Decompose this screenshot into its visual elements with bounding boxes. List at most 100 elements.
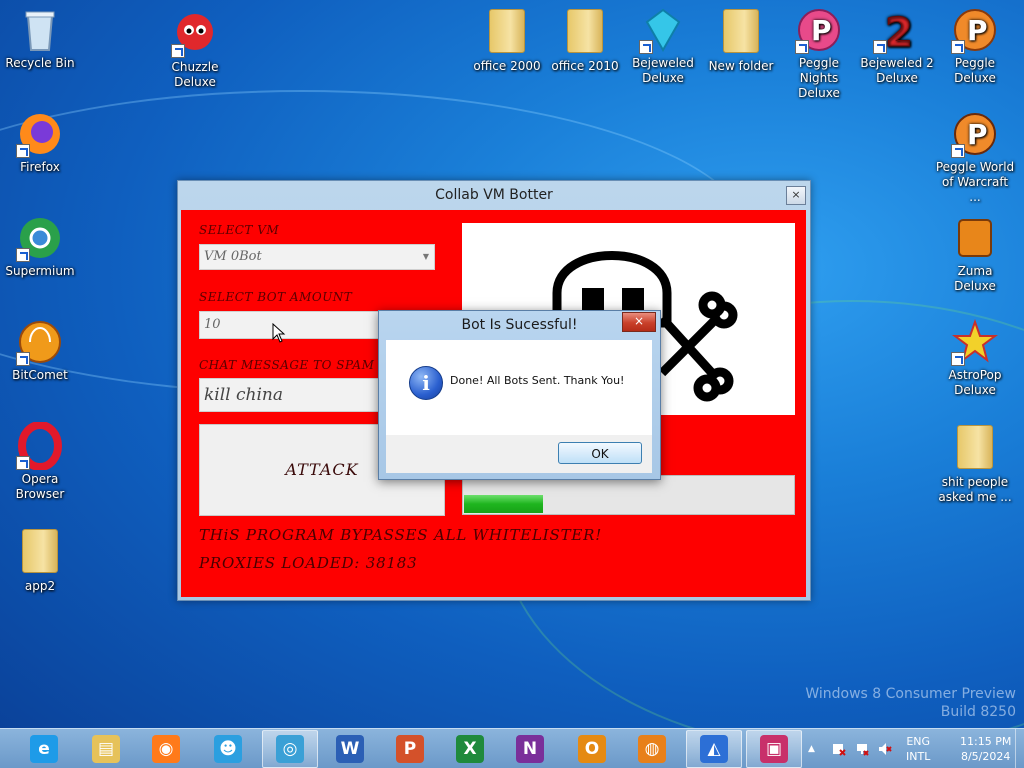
desktop-icon-new-folder[interactable]: New folder [701,6,781,74]
opera-icon [16,421,64,471]
proxies-loaded-text: PROXIES LOADED: 38183 [199,554,418,572]
svg-text:P: P [811,14,832,47]
onenote-icon: N [516,735,544,763]
bot-success-dialog: Bot Is Sucessful! × i Done! All Bots Sen… [378,310,661,480]
bitcomet-icon: ◍ [638,735,666,763]
watermark-line-1: Windows 8 Consumer Preview [805,686,1016,702]
peggle-wow-icon: P [951,110,999,158]
desktop-icon-chuzzle[interactable]: Chuzzle Deluxe [155,10,235,90]
desktop-icon-bitcomet[interactable]: BitComet [0,318,80,383]
taskbar-button-ie[interactable]: e [16,730,72,768]
select-vm-label: SELECT VM [199,223,280,237]
desktop-icon-label: Bejeweled Deluxe [632,56,694,85]
show-hidden-icons-button[interactable]: ▲ [808,729,815,768]
desktop-icon-label: Peggle World of Warcraft ... [935,160,1015,204]
zuma-icon [951,214,999,262]
firefox-icon: ◉ [152,735,180,763]
word-icon: W [336,735,364,763]
svg-text:P: P [967,118,988,151]
chuzzle-icon [171,10,219,58]
window-title: Collab VM Botter [435,187,553,203]
desktop-icon-shit-people-folder[interactable]: shit people asked me ... [935,422,1015,505]
desktop-icon-label: Zuma Deluxe [954,264,996,293]
desktop-icon-label: Firefox [20,160,60,174]
taskbar-button-powerpoint[interactable]: P [382,730,438,768]
desktop-icon-app2[interactable]: app2 [0,526,80,594]
taskbar-button-bot-app[interactable]: ◭ [686,730,742,768]
svg-text:2: 2 [885,10,913,54]
show-desktop-button[interactable] [1015,729,1024,768]
desktop-icon-label: shit people asked me ... [938,475,1012,504]
folder-icon [951,425,999,473]
desktop-icon-bejeweled-2[interactable]: 2 Bejeweled 2 Deluxe [857,6,937,86]
select-vm-dropdown[interactable]: VM 0Bot ▼ [199,244,435,270]
excel-icon: X [456,735,484,763]
desktop-icon-label: Recycle Bin [5,56,75,70]
folder-icon [561,9,609,57]
folder-icon [483,9,531,57]
svg-text:P: P [967,14,988,47]
desktop-icon-astropop[interactable]: AstroPop Deluxe [935,318,1015,398]
astropop-icon [951,318,999,366]
mouse-cursor-icon [272,323,286,343]
desktop-icon-label: Chuzzle Deluxe [171,60,219,89]
desktop-icon-office-2010[interactable]: office 2010 [545,6,625,74]
dialog-app-icon: ▣ [760,735,788,763]
desktop-icon-label: Opera Browser [15,472,65,501]
desktop-icon-firefox[interactable]: Firefox [0,110,80,175]
explorer-icon: ▤ [92,735,120,763]
desktop-icon-recycle-bin[interactable]: Recycle Bin [0,6,80,71]
recycle-bin-icon [16,6,64,54]
dialog-close-button[interactable]: × [622,312,656,332]
taskbar-button-dialog-app[interactable]: ▣ [746,730,802,768]
desktop-icon-office-2000[interactable]: office 2000 [467,6,547,74]
desktop-icon-peggle-deluxe[interactable]: P Peggle Deluxe [935,6,1015,86]
action-center-icon[interactable] [832,742,846,756]
desktop-icon-label: Peggle Nights Deluxe [798,56,840,100]
windows-watermark: Windows 8 Consumer Preview Build 8250 [805,686,1016,720]
volume-icon[interactable] [878,742,892,756]
taskbar-button-onenote[interactable]: N [502,730,558,768]
progress-fill [464,495,543,513]
desktop-icon-label: Supermium [5,264,75,278]
bot-app-icon: ◭ [700,735,728,763]
keyboard-layout: INTL [906,750,931,763]
desktop-icon-label: Peggle Deluxe [954,56,996,85]
network-icon[interactable] [855,742,869,756]
desktop-icon-peggle-wow[interactable]: P Peggle World of Warcraft ... [935,110,1015,205]
desktop-icon-peggle-nights[interactable]: P Peggle Nights Deluxe [779,6,859,101]
desktop: Recycle Bin Chuzzle Deluxe office 2000 o… [0,0,1024,768]
ok-button[interactable]: OK [558,442,642,464]
supermium-icon [16,214,64,262]
desktop-icon-opera[interactable]: Opera Browser [0,421,80,502]
dialog-body: i Done! All Bots Sent. Thank You! [386,340,652,435]
outlook-icon: O [578,735,606,763]
taskbar-button-excel[interactable]: X [442,730,498,768]
clock[interactable]: 11:15 PM 8/5/2024 [960,734,1011,768]
desktop-icon-label: office 2010 [551,59,619,73]
info-icon: i [409,366,443,400]
language-code: ENG [906,735,931,748]
taskbar-button-firefox[interactable]: ◉ [138,730,194,768]
window-close-button[interactable]: × [786,186,806,205]
chevron-down-icon: ▼ [422,252,429,261]
taskbar-button-bitcomet[interactable]: ◍ [624,730,680,768]
ie-icon: e [30,735,58,763]
taskbar-button-word[interactable]: W [322,730,378,768]
desktop-icon-zuma[interactable]: Zuma Deluxe [935,214,1015,294]
taskbar-button-supermium[interactable]: ◎ [262,730,318,768]
messenger-icon: ☻ [214,735,242,763]
peggle-nights-icon: P [795,6,843,54]
language-indicator[interactable]: ENG INTL [906,734,930,768]
taskbar-button-outlook[interactable]: O [564,730,620,768]
desktop-icon-supermium[interactable]: Supermium [0,214,80,279]
dialog-footer: OK [386,435,652,473]
desktop-icon-label: AstroPop Deluxe [948,368,1002,397]
taskbar-button-explorer[interactable]: ▤ [78,730,134,768]
taskbar-button-messenger[interactable]: ☻ [200,730,256,768]
supermium-icon: ◎ [276,735,304,763]
chat-message-label: CHAT MESSAGE TO SPAM [199,358,375,372]
desktop-icon-bejeweled[interactable]: Bejeweled Deluxe [623,6,703,86]
desktop-icon-label: New folder [708,59,774,73]
dialog-message: Done! All Bots Sent. Thank You! [450,374,625,387]
